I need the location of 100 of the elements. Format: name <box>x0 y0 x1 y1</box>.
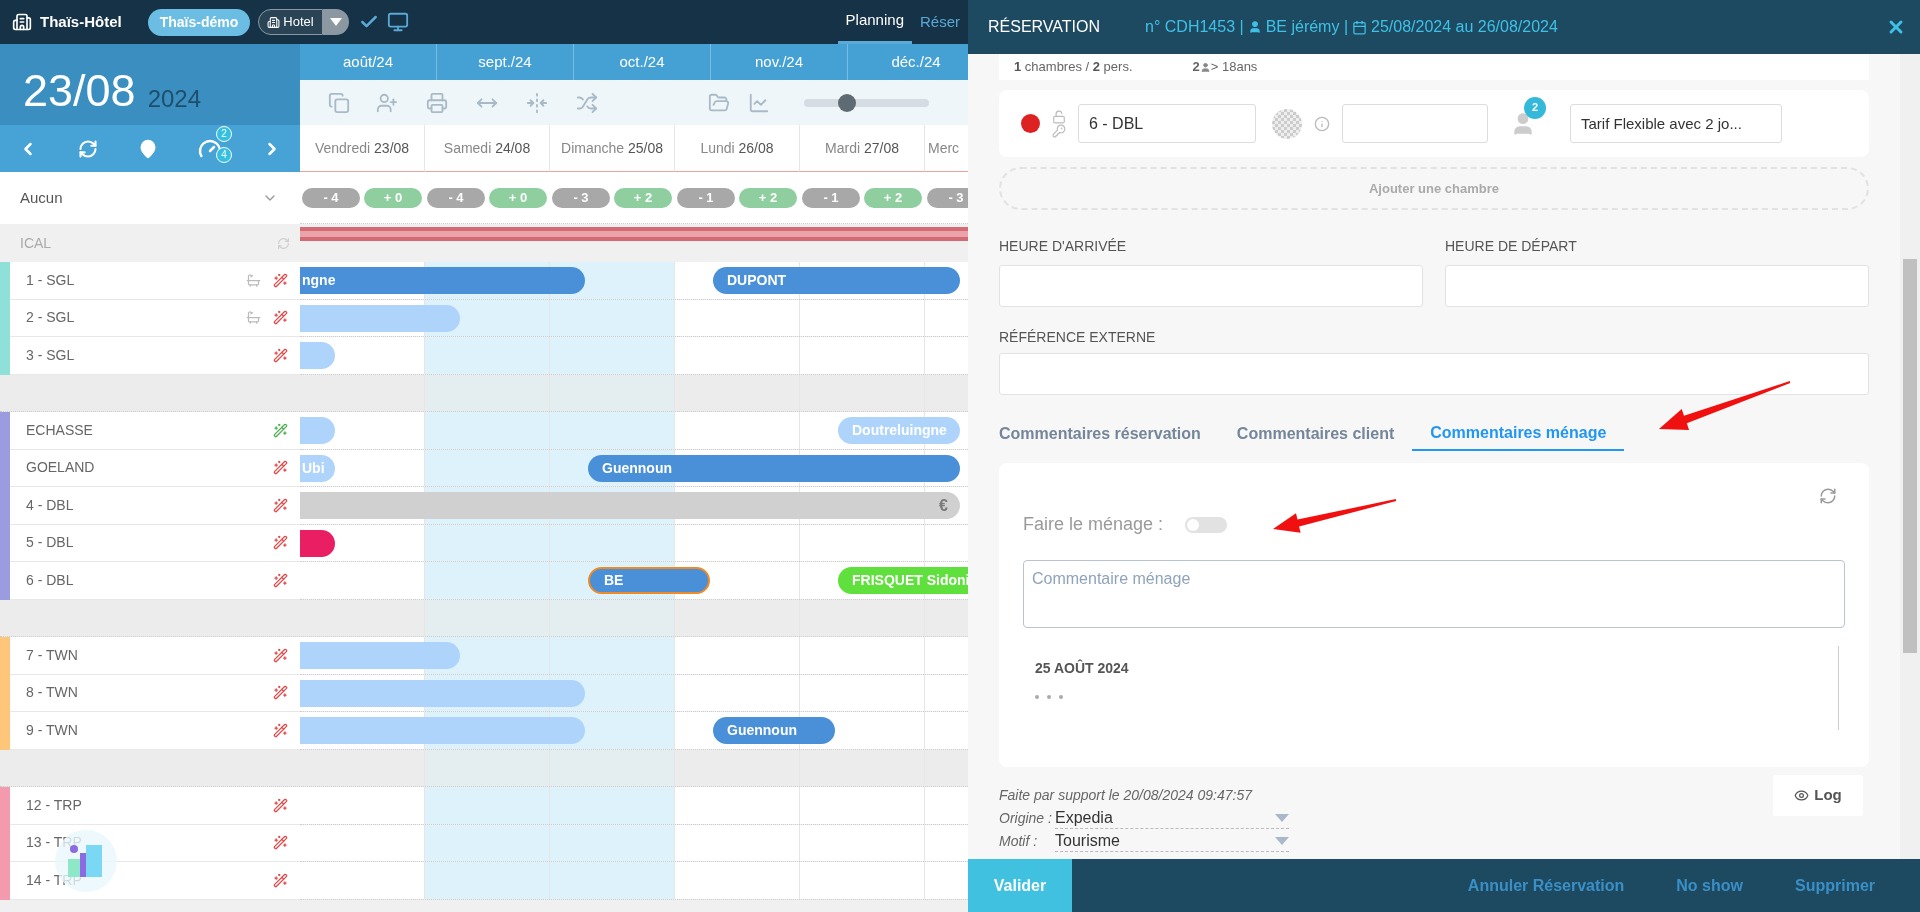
room-name: 2 - SGL <box>26 308 76 328</box>
booking-bar[interactable]: € <box>300 492 960 519</box>
map-pin-icon[interactable] <box>138 138 158 159</box>
print-icon[interactable] <box>426 91 448 114</box>
cleaning-wand-icon[interactable] <box>273 647 288 663</box>
day-header: Mardi 27/08 <box>825 138 899 158</box>
booking-bar[interactable]: ngne <box>300 267 585 294</box>
availability-pill: + 0 <box>364 187 422 208</box>
add-user-icon[interactable] <box>376 91 398 114</box>
caret-icon <box>329 18 342 26</box>
cleaning-wand-icon[interactable] <box>273 460 288 476</box>
text-field[interactable] <box>1342 104 1488 143</box>
comment-tab[interactable]: Commentaires ménage <box>1412 417 1625 451</box>
cleaning-wand-icon[interactable] <box>273 685 288 701</box>
collapse-icon[interactable] <box>526 91 548 114</box>
hotel-logo-icon <box>12 12 32 32</box>
shuffle-icon[interactable] <box>576 91 598 114</box>
monitor-icon[interactable] <box>386 11 409 33</box>
room-name: ECHASSE <box>26 420 94 440</box>
availability-pill: + 2 <box>614 187 672 208</box>
cleaning-wand-icon[interactable] <box>273 797 288 813</box>
eye-icon <box>1794 788 1810 803</box>
dropdown-toggle[interactable] <box>322 9 349 35</box>
lock-icon[interactable] <box>1052 109 1066 124</box>
time-field[interactable] <box>999 265 1423 307</box>
zoom-slider-thumb[interactable] <box>837 93 856 112</box>
booking-bar[interactable]: FRISQUET Sidoni <box>838 567 968 594</box>
select-label: Origine : <box>999 809 1053 828</box>
log-button[interactable]: Log <box>1773 775 1863 816</box>
adults-label: > 18ans <box>1210 58 1258 77</box>
room-name: 12 - TRP <box>26 795 83 815</box>
availability-pill: - 3 <box>552 187 610 208</box>
room-name: 6 - DBL <box>26 570 75 590</box>
history-date: 25 AOÛT 2024 <box>1035 658 1130 678</box>
cleaning-wand-icon[interactable] <box>273 310 288 326</box>
person-icon <box>1247 20 1262 34</box>
nav-tab[interactable]: Réser <box>912 0 968 44</box>
booking-bar[interactable]: Guennoun <box>588 454 960 482</box>
room-name: 9 - TWN <box>26 720 79 740</box>
folder-icon[interactable] <box>708 91 730 114</box>
cleaning-comment-field[interactable]: Commentaire ménage <box>1023 560 1845 628</box>
cleaning-wand-icon[interactable] <box>273 272 288 288</box>
caret-icon <box>1275 836 1289 845</box>
cleaning-wand-icon[interactable] <box>273 722 288 738</box>
cleaning-wand-icon[interactable] <box>273 572 288 588</box>
refresh-icon[interactable] <box>1819 487 1837 505</box>
booking-bar[interactable]: Guennoun <box>713 717 835 744</box>
count-badge: 4 <box>216 146 232 163</box>
validate-button[interactable]: Valider <box>968 859 1072 912</box>
add-room-button[interactable]: Ajouter une chambre <box>999 167 1869 210</box>
day-header: Merc <box>928 138 960 158</box>
room-name: 7 - TWN <box>26 645 79 665</box>
filter-dropdown[interactable]: Aucun <box>0 172 300 224</box>
footer-action-link[interactable]: Supprimer <box>1795 873 1875 898</box>
hotel-select[interactable]: Hotel <box>258 9 323 35</box>
availability-pill: - 3 <box>927 187 968 208</box>
checkered-circle-icon[interactable] <box>1272 108 1302 139</box>
cleaning-toggle[interactable] <box>1185 516 1228 533</box>
modal-title: RÉSERVATION <box>988 16 1101 37</box>
footer-action-link[interactable]: Annuler Réservation <box>1467 873 1625 898</box>
booking-bar[interactable]: BE <box>588 567 710 594</box>
field-label: RÉFÉRENCE EXTERNE <box>999 328 1157 347</box>
room-name: 5 - DBL <box>26 533 75 553</box>
copy-icon[interactable] <box>328 91 350 114</box>
cleaning-wand-icon[interactable] <box>273 347 288 363</box>
caret-icon <box>1275 813 1289 822</box>
time-field[interactable] <box>1445 265 1869 307</box>
room-name: 4 - DBL <box>26 495 75 515</box>
guest-name: BE jérémy | <box>1265 17 1349 37</box>
availability-pill: - 1 <box>802 187 860 208</box>
building-icon <box>267 15 281 29</box>
select-field[interactable]: Expedia <box>1055 807 1289 829</box>
booking-bar[interactable]: DUPONT <box>713 267 960 294</box>
key-icon[interactable] <box>1052 123 1066 138</box>
cleaning-wand-icon[interactable] <box>273 497 288 513</box>
app-title: Thaïs-Hôtel <box>40 11 122 32</box>
guests-count-badge: 2 <box>1524 96 1546 119</box>
cleaning-wand-icon[interactable] <box>273 872 288 888</box>
reservation-number: n° CDH1453 | <box>1145 17 1244 37</box>
availability-pill: - 4 <box>302 187 360 208</box>
day-header: Samedi 24/08 <box>443 138 531 158</box>
footer-action-link[interactable]: No show <box>1676 873 1743 898</box>
info-icon[interactable] <box>1314 115 1330 132</box>
cleaning-wand-icon[interactable] <box>273 535 288 551</box>
comment-tab[interactable]: Commentaires client <box>1218 417 1413 451</box>
day-header: Vendredi 23/08 <box>314 138 410 158</box>
current-date: 23/08 <box>23 68 136 113</box>
refresh-icon[interactable] <box>78 138 98 159</box>
cleaning-wand-icon[interactable] <box>273 835 288 851</box>
external-reference-field[interactable] <box>999 353 1869 395</box>
room-name: 1 - SGL <box>26 270 76 290</box>
rate-field[interactable]: Tarif Flexible avec 2 jo... <box>1570 104 1782 143</box>
comment-tab[interactable]: Commentaires réservation <box>999 417 1219 451</box>
refresh-icon[interactable] <box>277 236 290 250</box>
select-field[interactable]: Tourisme <box>1055 830 1289 852</box>
cleaning-wand-icon[interactable] <box>273 422 288 438</box>
scrollbar[interactable] <box>1900 54 1920 859</box>
account-badge[interactable]: Thaïs-démo <box>147 8 251 36</box>
chart-icon[interactable] <box>748 91 770 114</box>
room-field[interactable]: 6 - DBL <box>1078 104 1256 143</box>
